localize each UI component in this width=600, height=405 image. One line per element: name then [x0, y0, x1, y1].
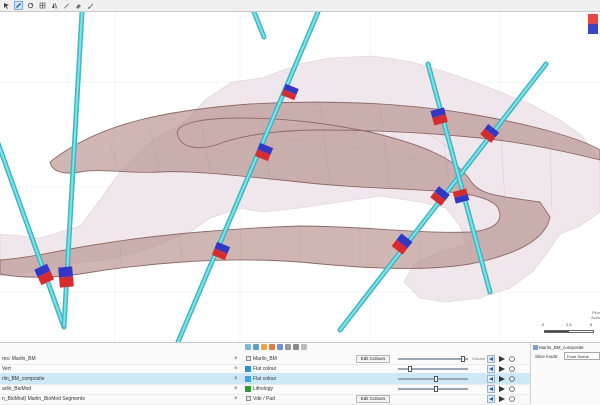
edit-colours-button[interactable]: Edit Colours: [356, 394, 390, 403]
remove-layer-icon[interactable]: ×: [234, 366, 238, 372]
rotate-icon[interactable]: [26, 1, 35, 10]
pencil-icon[interactable]: [14, 1, 23, 10]
opacity-slider[interactable]: [398, 375, 468, 382]
eraser-icon[interactable]: [74, 1, 83, 10]
options-icon[interactable]: [508, 365, 516, 373]
brush-icon[interactable]: [86, 1, 95, 10]
mesh-icon[interactable]: [253, 344, 259, 350]
display-icons-strip: [245, 344, 309, 353]
scale-unit-lines: Plun Azim: [591, 310, 600, 320]
scale-unit-line-2: Azim: [591, 315, 600, 320]
opacity-slider[interactable]: [398, 355, 468, 362]
layer-name: res: Marlin_BM: [2, 355, 36, 362]
pen-icon[interactable]: [62, 1, 71, 10]
camera-icon[interactable]: [285, 344, 291, 350]
slice-mode-label: Slice mode:: [535, 354, 559, 359]
edit-colours-button[interactable]: Edit Colours: [356, 354, 390, 363]
lock-icon[interactable]: [293, 344, 299, 350]
visibility-toggle-icon[interactable]: [487, 374, 495, 383]
3d-scene-viewport[interactable]: Plun Azim 0 2.5 5: [0, 12, 600, 342]
remove-layer-icon[interactable]: ×: [234, 356, 238, 362]
scale-tick-2: 5: [590, 322, 593, 327]
layer-type-icon: [246, 356, 251, 361]
play-icon[interactable]: [498, 385, 506, 393]
remove-layer-icon[interactable]: ×: [234, 386, 238, 392]
layer-colour-swatch[interactable]: [245, 365, 251, 372]
properties-side-panel: Marlin_BM_composite Slice mode: From Sce…: [530, 343, 600, 404]
layer-name: Vert: [2, 365, 11, 372]
layer-name: n_BioMod) Marlin_BioMod Segments: [2, 395, 85, 402]
options-icon[interactable]: [508, 395, 516, 403]
layer-name: arlin_BioMod: [2, 385, 32, 392]
visibility-toggle-icon[interactable]: [487, 364, 495, 373]
remove-layer-icon[interactable]: ×: [234, 396, 238, 402]
properties-title: Marlin_BM_composite: [539, 345, 584, 350]
sun-icon[interactable]: [261, 344, 267, 350]
scale-tick-0: 0: [542, 322, 545, 327]
options-icon[interactable]: [508, 355, 516, 363]
scale-bar: Plun Azim 0 2.5 5: [540, 310, 600, 336]
layer-icon[interactable]: [245, 344, 251, 350]
layer-type-icon: [246, 396, 251, 401]
visibility-toggle-icon[interactable]: [487, 354, 495, 363]
layer-row[interactable]: n_BioMod) Marlin_BioMod Segments × Vdir / …: [0, 393, 530, 405]
options-icon[interactable]: [508, 385, 516, 393]
layer-colour-swatch[interactable]: [245, 385, 251, 392]
options-icon[interactable]: [508, 375, 516, 383]
opacity-slider-handle[interactable]: [460, 355, 465, 362]
opacity-slider-handle[interactable]: [434, 385, 439, 392]
opacity-slider-handle[interactable]: [407, 365, 412, 372]
view-cube-icon[interactable]: [588, 14, 598, 34]
opacity-slider[interactable]: [398, 385, 468, 392]
visibility-toggle-icon[interactable]: [487, 394, 495, 403]
layer-name: rlin_BM_composite: [2, 375, 45, 382]
opacity-slider-handle[interactable]: [434, 375, 439, 382]
slice-mode-select[interactable]: From Scene: [564, 352, 600, 360]
play-icon[interactable]: [498, 355, 506, 363]
drillhole-4-core: [253, 12, 265, 38]
link-icon[interactable]: [301, 344, 307, 350]
scene-canvas[interactable]: [0, 12, 600, 342]
play-icon[interactable]: [498, 375, 506, 383]
select-icon[interactable]: [2, 1, 11, 10]
layer-colour-swatch[interactable]: [245, 375, 251, 382]
shapes-list-panel: res: Marlin_BM × Marlin_BM Edit Colours Volu…: [0, 342, 600, 405]
layer-colour-mode[interactable]: Flat colour: [253, 376, 276, 382]
object-icon: [533, 345, 538, 350]
scale-tick-1: 2.5: [566, 322, 572, 327]
layer-colour-mode[interactable]: Vdir / Pad: [253, 396, 275, 402]
app-window: Plun Azim 0 2.5 5 res: Marlin_BM × Marlin_…: [0, 0, 600, 405]
layer-colour-mode[interactable]: Flat colour: [253, 366, 276, 372]
layer-colour-mode[interactable]: Lithology: [253, 386, 273, 392]
scale-bar-graphic: [544, 330, 594, 333]
axes-icon[interactable]: [277, 344, 283, 350]
grid-icon[interactable]: [38, 1, 47, 10]
visibility-toggle-icon[interactable]: [487, 384, 495, 393]
play-icon[interactable]: [498, 395, 506, 403]
clip-icon[interactable]: [269, 344, 275, 350]
layer-extra-label: Volume: [472, 356, 486, 361]
remove-layer-icon[interactable]: ×: [234, 376, 238, 382]
layer-colour-mode[interactable]: Marlin_BM: [253, 356, 277, 362]
play-icon[interactable]: [498, 365, 506, 373]
opacity-slider[interactable]: [398, 365, 468, 372]
scene-toolbar: [0, 0, 600, 12]
flip-icon[interactable]: [50, 1, 59, 10]
